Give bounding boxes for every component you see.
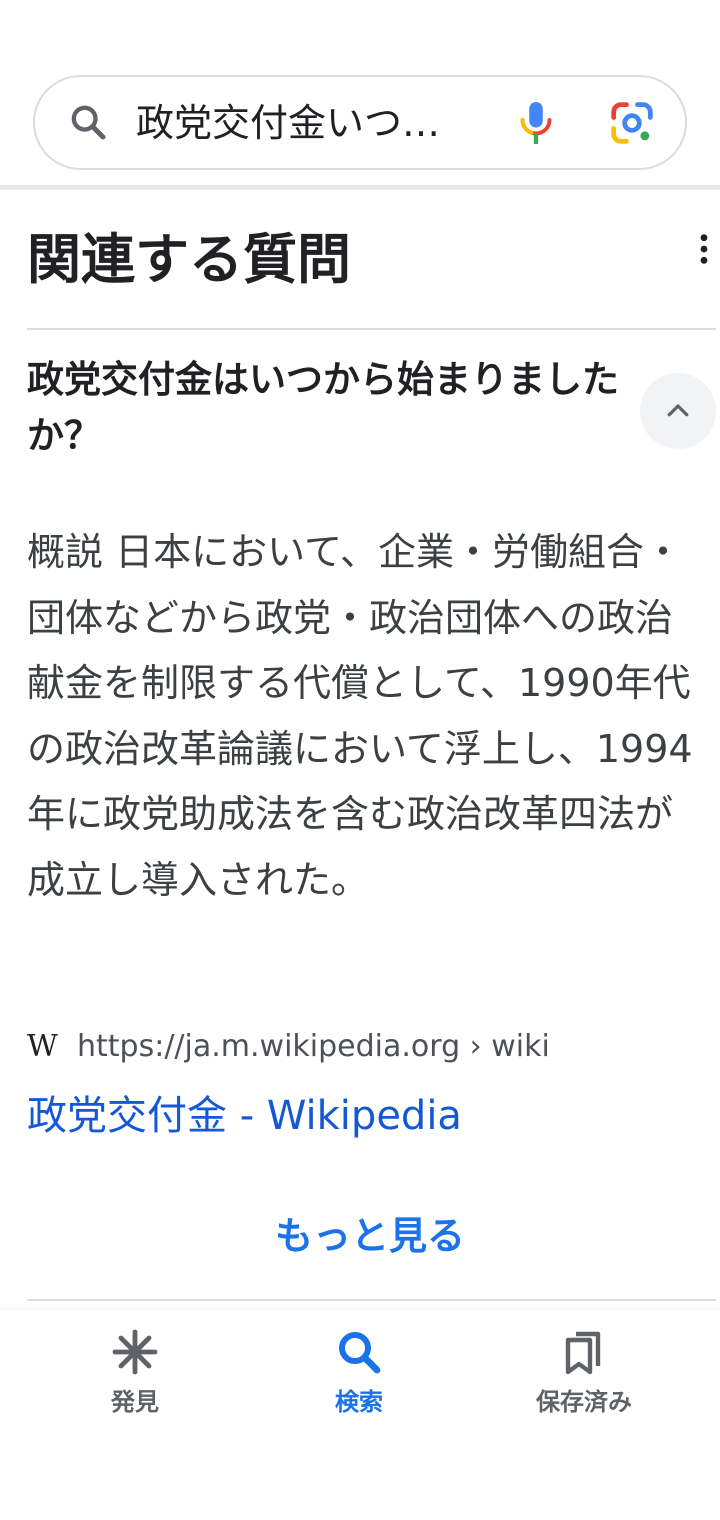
nav-search-label: 検索 [335,1388,383,1416]
search-icon[interactable] [68,102,108,142]
result-title-link[interactable]: 政党交付金 - Wikipedia [27,1088,462,1144]
google-lens-icon[interactable] [610,101,654,145]
collapse-button[interactable] [640,373,716,449]
show-more-button[interactable]: もっと見る [0,1208,720,1264]
nav-saved-label: 保存済み [536,1388,632,1416]
nav-discover-label: 発見 [111,1388,159,1416]
more-vert-icon[interactable] [692,232,716,266]
answer-snippet: 概説 日本において、企業・労働組合・団体などから政党・政治団体への政治献金を制限… [27,530,693,902]
question-text[interactable]: 政党交付金はいつから始まりましたか？ [27,352,627,464]
nav-discover[interactable]: 発見 [45,1328,225,1418]
bookmarks-icon [565,1331,601,1375]
search-input[interactable]: 政党交付金いつ… [136,95,466,151]
divider [27,1299,716,1301]
nav-saved[interactable]: 保存済み [494,1328,674,1418]
microphone-icon[interactable] [518,100,554,146]
nav-search[interactable]: 検索 [269,1328,449,1418]
source-url[interactable]: https://ja.m.wikipedia.org › wiki [77,1029,550,1064]
source-row[interactable]: W https://ja.m.wikipedia.org › wiki [27,1024,550,1068]
chevron-up-icon [667,404,689,417]
search-results-page: 政党交付金いつ… 関連する質問 政党交付金はいつから始まりましたか？ 概説 日本… [0,0,720,1520]
search-icon [339,1332,381,1374]
section-title: 関連する質問 [27,228,351,291]
wikipedia-icon: W [27,1028,58,1064]
asterisk-icon [112,1329,158,1375]
divider [27,328,716,330]
header-divider [0,185,720,190]
